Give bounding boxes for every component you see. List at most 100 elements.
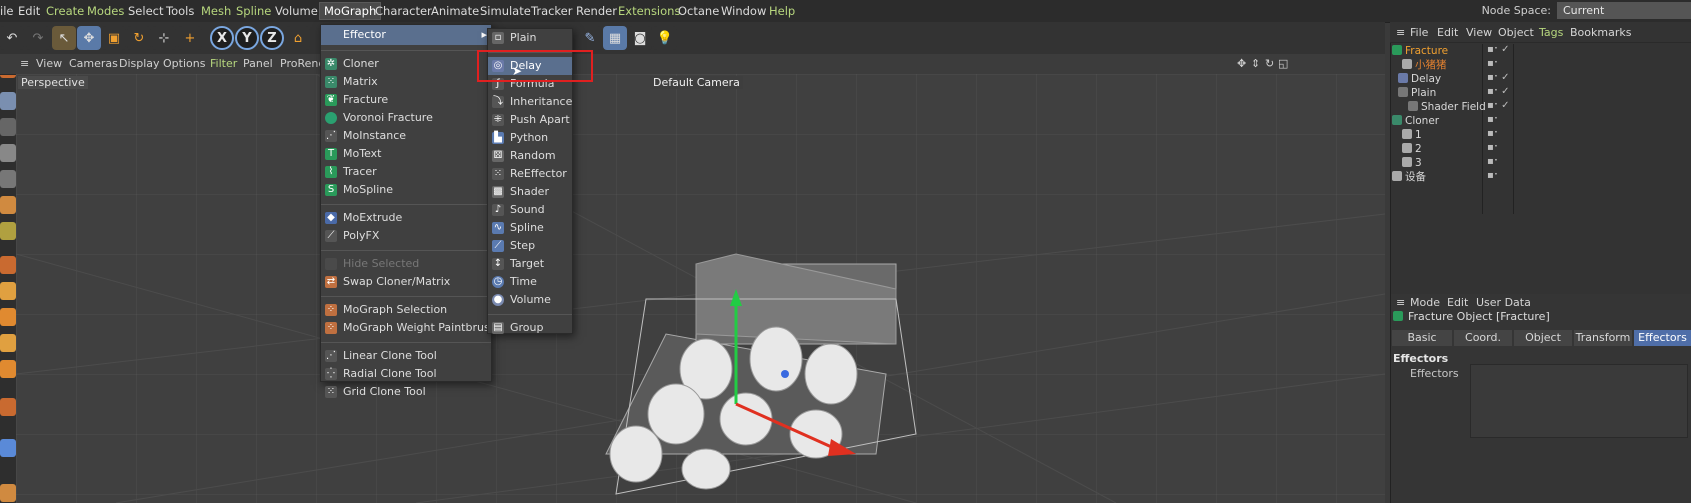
menu-item-polyfx[interactable]: ⟋ PolyFX — [321, 227, 491, 245]
visibility-check-icon[interactable]: ▪⠂✓ — [1487, 44, 1509, 58]
tab-coord[interactable]: Coord. — [1454, 330, 1512, 346]
viewport-rotate-icon[interactable]: ↻ — [1265, 57, 1274, 70]
object-row-device[interactable]: 设备 — [1392, 170, 1562, 184]
texture-mode-icon[interactable] — [0, 118, 16, 136]
points-mode-icon[interactable] — [0, 144, 16, 162]
scale-tool-icon[interactable]: ▣ — [102, 26, 126, 50]
object-row-delay[interactable]: Delay — [1392, 72, 1568, 86]
enable-axis-icon[interactable] — [0, 256, 16, 274]
object-menu-tags[interactable]: Tags — [1539, 26, 1563, 39]
rotate-tool-icon[interactable]: ↻ — [127, 26, 151, 50]
tab-basic[interactable]: Basic — [1392, 330, 1452, 346]
model-mode-icon[interactable] — [0, 92, 16, 110]
menu-item-plain[interactable]: ▫ Plain — [488, 29, 572, 47]
tab-transform[interactable]: Transform — [1574, 330, 1632, 346]
menu-tracker[interactable]: Tracker — [531, 4, 573, 18]
object-menu-edit[interactable]: Edit — [1437, 26, 1458, 39]
menu-file[interactable]: ile — [0, 4, 13, 18]
edges-mode-icon[interactable] — [0, 170, 16, 188]
menu-mesh[interactable]: Mesh — [201, 4, 231, 18]
object-menu-icon[interactable]: ≡ — [1396, 26, 1405, 39]
visibility-check-icon[interactable]: ▪⠂ — [1487, 156, 1509, 170]
object-row-2[interactable]: 2 — [1392, 142, 1572, 156]
viewport[interactable] — [16, 74, 1385, 503]
menu-item-radial-clone-tool[interactable]: ⁛ Radial Clone Tool — [321, 365, 491, 383]
viewport-move-icon[interactable]: ✥ — [1237, 57, 1246, 70]
camera-icon[interactable]: ◙ — [628, 26, 652, 50]
menu-character[interactable]: Character — [375, 4, 432, 18]
object-row-fracture[interactable]: Fracture — [1392, 44, 1562, 58]
polygons-mode-icon[interactable] — [0, 196, 16, 214]
light-icon[interactable]: 💡 — [653, 26, 677, 50]
menu-item-push-apart[interactable]: ⁜ Push Apart — [488, 111, 572, 129]
menu-item-grid-clone-tool[interactable]: ⁙ Grid Clone Tool — [321, 383, 491, 401]
tab-object[interactable]: Object — [1514, 330, 1572, 346]
menu-item-tracer[interactable]: ⌇ Tracer — [321, 163, 491, 181]
viewport-menu-display[interactable]: Display — [119, 57, 160, 70]
visibility-check-icon[interactable]: ▪⠂✓ — [1487, 86, 1509, 100]
locked-workplane-icon[interactable] — [0, 360, 16, 378]
attributes-menu-edit[interactable]: Edit — [1447, 296, 1468, 309]
floor-icon[interactable]: ▦ — [603, 26, 627, 50]
menu-item-voronoi-fracture[interactable]: Voronoi Fracture — [321, 109, 491, 127]
menu-item-target[interactable]: ↕ Target — [488, 255, 572, 273]
menu-animate[interactable]: Animate — [431, 4, 479, 18]
object-row-3[interactable]: 3 — [1392, 156, 1572, 170]
attributes-menu-user-data[interactable]: User Data — [1476, 296, 1531, 309]
menu-volume[interactable]: Volume — [275, 4, 318, 18]
menu-item-time[interactable]: ◷ Time — [488, 273, 572, 291]
menu-mograph[interactable]: MoGraph — [319, 2, 382, 20]
snap-icon[interactable] — [0, 282, 16, 300]
visibility-check-icon[interactable]: ▪⠂ — [1487, 114, 1509, 128]
object-menu-file[interactable]: File — [1410, 26, 1428, 39]
object-row-shader-field[interactable]: Shader Field — [1392, 100, 1578, 114]
menu-item-linear-clone-tool[interactable]: ⋰ Linear Clone Tool — [321, 347, 491, 365]
menu-item-step[interactable]: ⟋ Step — [488, 237, 572, 255]
visibility-check-icon[interactable]: ▪⠂ — [1487, 128, 1509, 142]
coordinate-system-icon[interactable]: ⌂ — [286, 26, 310, 50]
menu-item-matrix[interactable]: ⁙ Matrix — [321, 73, 491, 91]
menu-spline[interactable]: Spline — [236, 4, 271, 18]
menu-item-fracture[interactable]: ❦ Fracture — [321, 91, 491, 109]
menu-modes[interactable]: Modes — [87, 4, 124, 18]
menu-item-moinstance[interactable]: ⋰ MoInstance — [321, 127, 491, 145]
menu-item-inheritance[interactable]: ⤵ Inheritance — [488, 93, 572, 111]
sculpt-icon[interactable] — [0, 439, 16, 457]
tab-effectors[interactable]: Effectors — [1634, 330, 1691, 346]
object-row-cloner[interactable]: Cloner — [1392, 114, 1562, 128]
menu-item-cloner[interactable]: ✲ Cloner — [321, 55, 491, 73]
viewport-menu-view[interactable]: View — [36, 57, 62, 70]
menu-tools[interactable]: Tools — [166, 4, 194, 18]
object-menu-bookmarks[interactable]: Bookmarks — [1570, 26, 1631, 39]
effectors-list[interactable] — [1470, 364, 1688, 438]
paint-icon[interactable] — [0, 398, 16, 416]
viewport-menu-icon[interactable]: ≡ — [20, 57, 29, 70]
add-tool-icon[interactable]: + — [178, 26, 202, 50]
uv-mode-icon[interactable] — [0, 222, 16, 240]
viewport-menu-filter[interactable]: Filter — [210, 57, 237, 70]
visibility-check-icon[interactable]: ▪⠂ — [1487, 142, 1509, 156]
menu-item-swap-cloner-matrix[interactable]: ⇄ Swap Cloner/Matrix — [321, 273, 491, 291]
menu-edit[interactable]: Edit — [18, 4, 40, 18]
viewport-maximize-icon[interactable]: ◱ — [1278, 57, 1288, 70]
menu-help[interactable]: Help — [769, 4, 795, 18]
move-tool-icon[interactable]: ✥ — [77, 26, 101, 50]
object-row-plain[interactable]: Plain — [1392, 86, 1568, 100]
visibility-check-icon[interactable]: ▪⠂✓ — [1487, 100, 1509, 114]
menu-item-effector[interactable]: Effector ▸ — [321, 25, 491, 45]
node-space-dropdown[interactable]: Current (Standard/Physical) — [1557, 2, 1691, 34]
menu-window[interactable]: Window — [721, 4, 766, 18]
pen-tool-icon[interactable]: ✎ — [578, 26, 602, 50]
select-tool-icon[interactable]: ↖ — [52, 26, 76, 50]
menu-create[interactable]: Create — [46, 4, 84, 18]
menu-item-mospline[interactable]: S MoSpline — [321, 181, 491, 199]
object-row-child[interactable]: 小猪猪 — [1392, 58, 1572, 72]
viewport-menu-prorender[interactable]: ProRend — [280, 57, 325, 70]
y-axis-icon[interactable]: Y — [235, 26, 259, 50]
x-axis-icon[interactable]: X — [210, 26, 234, 50]
attributes-menu-icon[interactable]: ≡ — [1396, 296, 1405, 309]
attributes-menu-mode[interactable]: Mode — [1410, 296, 1440, 309]
viewport-menu-panel[interactable]: Panel — [243, 57, 273, 70]
menu-item-sound[interactable]: ♪ Sound — [488, 201, 572, 219]
z-axis-icon[interactable]: Z — [260, 26, 284, 50]
